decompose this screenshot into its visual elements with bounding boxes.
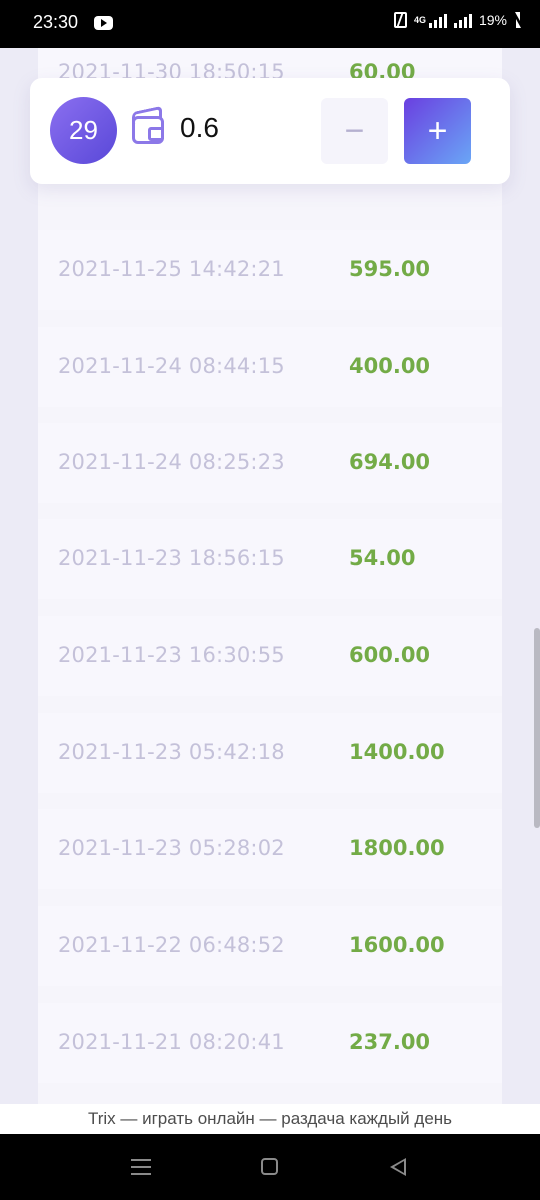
transaction-amount: 600.00	[349, 643, 431, 667]
battery-percent: 19%	[478, 12, 507, 28]
transaction-date: 2021-11-23 05:42:18	[58, 740, 285, 764]
page-title-bar: Trix — играть онлайн — раздача каждый де…	[0, 1104, 540, 1134]
transaction-row: 2021-11-22 06:48:52 1600.00	[38, 906, 502, 986]
deposit-button[interactable]: +	[404, 98, 471, 164]
status-time: 23:30	[33, 12, 79, 32]
withdraw-button[interactable]: −	[321, 98, 388, 164]
signal-icon-2	[453, 12, 472, 28]
transaction-amount: 400.00	[349, 354, 431, 378]
transaction-date: 2021-11-24 08:25:23	[58, 450, 285, 474]
transaction-amount: 1600.00	[349, 933, 445, 957]
home-icon[interactable]	[261, 1158, 278, 1175]
transaction-date: 2021-11-25 14:42:21	[58, 257, 285, 281]
signal-icon	[428, 12, 447, 28]
charging-icon	[514, 12, 522, 28]
status-bar: 23:30 4G 19%	[0, 0, 540, 48]
transaction-date: 2021-11-21 08:20:41	[58, 1030, 285, 1054]
transaction-row: 2021-11-24 08:44:15 400.00	[38, 327, 502, 407]
scrollbar[interactable]	[534, 628, 540, 828]
transaction-date: 2021-11-22 06:48:52	[58, 933, 285, 957]
transaction-amount: 694.00	[349, 450, 431, 474]
transaction-amount: 54.00	[349, 546, 416, 570]
transaction-row: 2021-11-24 08:25:23 694.00	[38, 423, 502, 503]
transaction-row: 2021-11-21 08:20:41 237.00	[38, 1003, 502, 1083]
transaction-row: 2021-11-23 16:30:55 600.00	[38, 616, 502, 696]
transaction-amount: 1400.00	[349, 740, 445, 764]
balance-value: 0.6	[180, 112, 219, 143]
balance-card: 29 0.6 − +	[30, 78, 510, 184]
transaction-row: 2021-11-25 14:42:21 595.00	[38, 230, 502, 310]
transaction-row: 2021-11-23 05:28:02 1800.00	[38, 809, 502, 889]
nfc-icon	[393, 12, 407, 28]
youtube-icon	[94, 16, 113, 30]
page-title: Trix — играть онлайн — раздача каждый де…	[87, 1109, 453, 1128]
recent-apps-icon[interactable]	[131, 1159, 151, 1175]
transaction-amount: 1800.00	[349, 836, 445, 860]
network-type-label: 4G	[413, 14, 426, 25]
transaction-list[interactable]: 2021-11-30 18:50:15 60.00 2021-11-25 14:…	[38, 48, 502, 1104]
transaction-date: 2021-11-23 05:28:02	[58, 836, 285, 860]
back-icon[interactable]	[390, 1158, 408, 1176]
level-badge[interactable]: 29	[50, 97, 117, 164]
transaction-row: 2021-11-23 18:56:15 54.00	[38, 519, 502, 599]
system-nav-bar	[0, 1134, 540, 1200]
transaction-amount: 237.00	[349, 1030, 431, 1054]
transaction-amount: 595.00	[349, 257, 431, 281]
transaction-date: 2021-11-23 18:56:15	[58, 546, 285, 570]
wallet-icon	[132, 116, 164, 144]
status-indicators: 4G 19%	[393, 12, 522, 28]
transaction-date: 2021-11-23 16:30:55	[58, 643, 285, 667]
transaction-row: 2021-11-23 05:42:18 1400.00	[38, 713, 502, 793]
transaction-date: 2021-11-24 08:44:15	[58, 354, 285, 378]
